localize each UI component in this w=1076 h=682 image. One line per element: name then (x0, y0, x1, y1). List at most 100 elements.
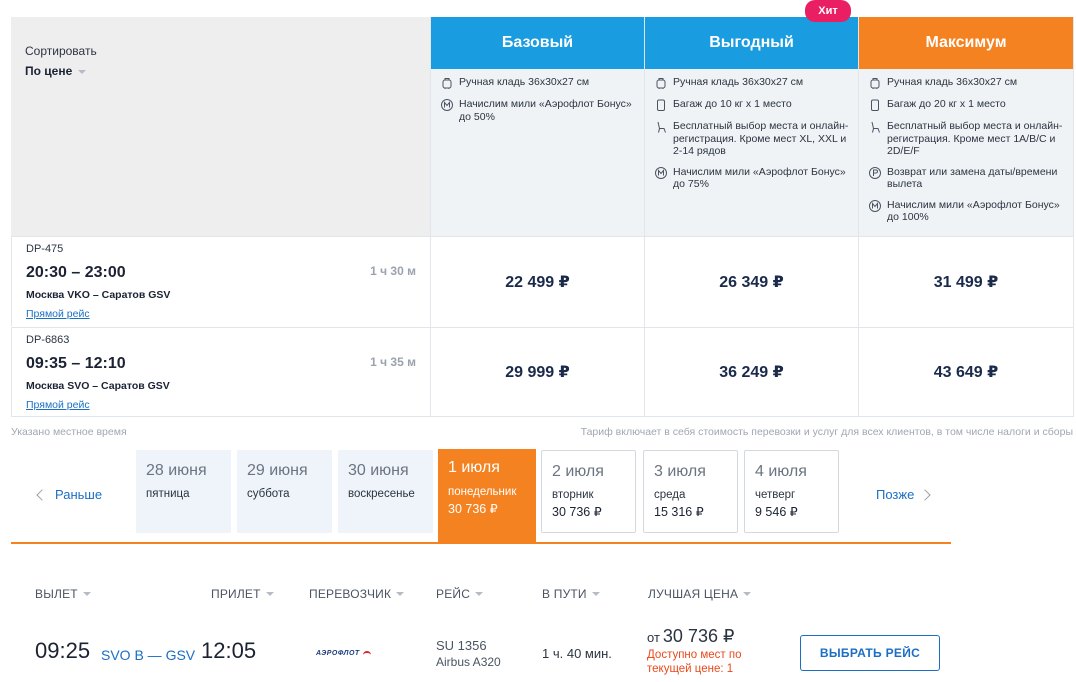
sort-dropdown[interactable]: По цене (25, 64, 87, 78)
date-tab[interactable]: 30 июня воскресенье (338, 450, 433, 533)
price-maximum[interactable]: 43 649 ₽ (858, 328, 1074, 416)
date-tab-active[interactable]: 1 июля понедельник 30 736 ₽ (438, 449, 536, 542)
availability-warning: Доступно мест по текущей цене: 1 (647, 649, 742, 675)
price-basic[interactable]: 22 499 ₽ (430, 237, 644, 326)
price-from-label: от (647, 630, 660, 645)
hand-luggage-icon (440, 76, 454, 90)
chevron-right-icon (919, 488, 931, 501)
date-tab[interactable]: 28 июня пятница (136, 450, 231, 533)
flight-time: 20:30 – 23:00 (26, 264, 126, 281)
baggage-icon (868, 98, 882, 112)
column-label: ПРИЛЕТ (211, 587, 261, 601)
price-amount: 30 736 ₽ (662, 626, 735, 646)
chevron-left-icon (36, 488, 48, 501)
tariff-table: Сортировать По цене Базовый Ручная кладь… (11, 17, 1074, 417)
column-label: РЕЙС (436, 587, 471, 601)
feature-text: Начислим мили «Аэрофлот Бонус» до 100% (887, 198, 1060, 224)
date-tab[interactable]: 2 июля вторник 30 736 ₽ (541, 450, 636, 533)
flight-row: DP-475 20:30 – 23:00 Москва VKO – Сарато… (11, 236, 1074, 326)
chevron-down-icon (396, 592, 405, 596)
date-price: 15 316 ₽ (654, 505, 704, 519)
feature-item: Багаж до 20 кг x 1 место (868, 98, 1065, 112)
direct-flight-link[interactable]: Прямой рейс (26, 399, 90, 411)
seat-icon (654, 120, 668, 134)
feature-item: Начислим мили «Аэрофлот Бонус» до 50% (440, 98, 636, 123)
feature-item: Возврат или замена даты/времени вылета (868, 166, 1065, 191)
date-tab[interactable]: 4 июля четверг 9 546 ₽ (744, 450, 839, 533)
column-label: ПЕРЕВОЗЧИК (309, 587, 392, 601)
date-label: 1 июля (448, 459, 500, 476)
feature-text: Багаж до 10 кг x 1 место (673, 98, 792, 110)
aircraft-type: Airbus A320 (436, 655, 501, 669)
feature-item: Багаж до 10 кг x 1 место (654, 98, 850, 112)
feature-text: Багаж до 20 кг x 1 место (887, 98, 1006, 110)
feature-item: Начислим мили «Аэрофлот Бонус» до 100% (868, 199, 1065, 224)
baggage-icon (654, 98, 668, 112)
tariff-features: Ручная кладь 36x30x27 см Начислим мили «… (431, 69, 644, 236)
seat-icon (868, 120, 882, 134)
date-tab[interactable]: 3 июля среда 15 316 ₽ (643, 450, 738, 533)
tariff-header-basic[interactable]: Базовый (431, 17, 644, 69)
best-price: от 30 736 ₽ (647, 626, 734, 647)
sort-carrier[interactable]: ПЕРЕВОЗЧИК (309, 587, 405, 601)
chevron-down-icon (78, 69, 87, 74)
sort-flight[interactable]: РЕЙС (436, 587, 484, 601)
flight-info: DP-475 20:30 – 23:00 Москва VKO – Сарато… (11, 237, 430, 326)
route-codes: SVO B — GSV (101, 647, 196, 663)
date-label: 4 июля (755, 463, 807, 480)
tariff-features: Ручная кладь 36x30x27 см Багаж до 20 кг … (859, 69, 1073, 236)
tariff-header-maximum[interactable]: Максимум (859, 17, 1073, 69)
weekday-label: понедельник (448, 486, 517, 498)
date-label: 28 июня (146, 462, 207, 479)
date-tab[interactable]: 29 июня суббота (237, 450, 332, 533)
carrier-logo: АЭРОФЛОТ (316, 650, 371, 657)
flight-route: Москва VKO – Саратов GSV (26, 289, 171, 301)
date-label: 30 июня (348, 462, 409, 479)
feature-text: Начислим мили «Аэрофлот Бонус» до 50% (459, 98, 632, 123)
flight-info: DP-6863 09:35 – 12:10 Москва SVO – Сарат… (11, 328, 430, 416)
feature-text: Ручная кладь 36x30x27 см (673, 76, 804, 88)
tariff-includes-note: Тариф включает в себя стоимость перевозк… (580, 426, 1073, 438)
sort-departure[interactable]: ВЫЛЕТ (35, 587, 91, 601)
flight-row: DP-6863 09:35 – 12:10 Москва SVO – Сарат… (11, 327, 1074, 417)
departure-time: 09:25 (35, 638, 91, 663)
sort-label: Сортировать (25, 44, 97, 58)
feature-item: Ручная кладь 36x30x27 см (868, 76, 1065, 90)
tariff-header-profitable[interactable]: Выгодный (645, 17, 858, 69)
chevron-down-icon (743, 592, 752, 596)
select-flight-button[interactable]: ВЫБРАТЬ РЕЙС (800, 635, 940, 671)
flight-duration: 1 ч 30 м (370, 264, 416, 278)
weekday-label: воскресенье (348, 488, 415, 500)
chevron-down-icon (82, 592, 91, 596)
feature-item: Бесплатный выбор места и онлайн-регистра… (868, 120, 1065, 158)
local-time-note: Указано местное время (11, 426, 127, 438)
sort-value: По цене (25, 64, 73, 78)
date-strip-underline (11, 542, 951, 544)
date-price: 9 546 ₽ (755, 505, 798, 519)
earlier-button[interactable]: Раньше (36, 487, 103, 502)
price-maximum[interactable]: 31 499 ₽ (858, 237, 1074, 326)
price-profitable[interactable]: 26 349 ₽ (644, 237, 858, 326)
price-basic[interactable]: 29 999 ₽ (430, 328, 644, 416)
later-label: Позже (876, 487, 915, 502)
flight-number: DP-475 (26, 243, 64, 255)
sort-arrival[interactable]: ПРИЛЕТ (211, 587, 274, 601)
feature-text: Бесплатный выбор места и онлайн-регистра… (887, 120, 1063, 157)
earlier-label: Раньше (55, 487, 103, 502)
direct-flight-link[interactable]: Прямой рейс (26, 308, 90, 320)
miles-icon (440, 98, 454, 112)
feature-text: Бесплатный выбор места и онлайн-регистра… (673, 120, 849, 157)
weekday-label: пятница (146, 488, 190, 500)
hand-luggage-icon (654, 76, 668, 90)
date-label: 29 июня (247, 462, 308, 479)
miles-icon (868, 199, 882, 213)
price-profitable[interactable]: 36 249 ₽ (644, 328, 858, 416)
tariff-features: Ручная кладь 36x30x27 см Багаж до 10 кг … (645, 69, 858, 236)
sort-duration[interactable]: В ПУТИ (542, 587, 600, 601)
chevron-down-icon (591, 592, 600, 596)
sort-best-price[interactable]: ЛУЧШАЯ ЦЕНА (648, 587, 752, 601)
column-label: ЛУЧШАЯ ЦЕНА (648, 587, 739, 601)
later-button[interactable]: Позже (876, 487, 931, 502)
sort-panel: Сортировать По цене (11, 17, 430, 236)
hit-badge: Хит (805, 0, 851, 22)
